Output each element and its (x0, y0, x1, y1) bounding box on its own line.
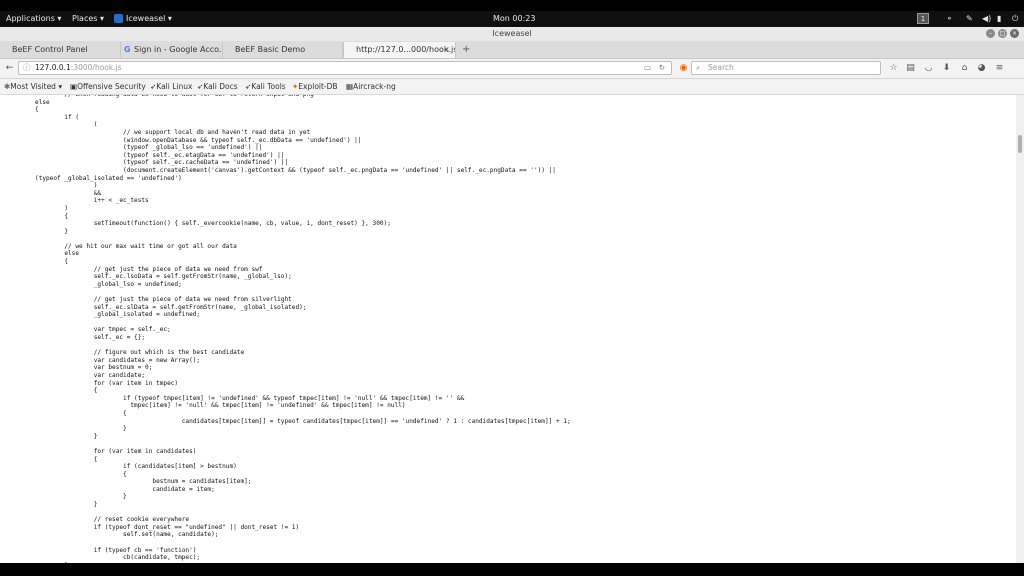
home-icon[interactable]: ⌂ (959, 62, 970, 74)
tab-label: http://127.0...000/hook.js (356, 45, 456, 54)
pocket-icon[interactable]: ◡ (923, 62, 934, 74)
url-host: 127.0.0.1 (35, 63, 71, 72)
library-icon[interactable]: ▤ (905, 62, 916, 74)
bookmark-most-visited[interactable]: ✱Most Visited ▾ (4, 79, 62, 94)
javascript-source: // when reading data we need to wait for… (35, 95, 571, 563)
search-icon: ⌕ (696, 63, 701, 72)
tab-label: BeEF Control Panel (12, 45, 88, 54)
iceweasel-app-icon (114, 14, 123, 23)
places-menu[interactable]: Places ▾ (72, 11, 104, 27)
bookmark-kali-tools[interactable]: ➶Kali Tools (245, 79, 286, 94)
chat-icon[interactable]: ◕ (976, 62, 987, 74)
bookmark-kali-linux[interactable]: ➶Kali Linux (150, 79, 192, 94)
volume-icon[interactable]: ◀) (982, 11, 991, 27)
search-input[interactable]: ⌕ Search (691, 61, 881, 75)
search-placeholder: Search (708, 63, 734, 72)
url-bar[interactable]: ⓘ 127.0.0.1:3000/hook.js ▭ ↻ (18, 61, 672, 75)
active-app-menu[interactable]: Iceweasel ▾ (126, 11, 172, 27)
minimize-icon[interactable]: – (986, 29, 995, 38)
google-g-icon: G (124, 45, 131, 54)
close-tab-icon[interactable]: × (443, 42, 450, 58)
tab-bar: BeEF Control Panel G Sign in - Google Ac… (0, 41, 1024, 59)
applications-menu[interactable]: Applications ▾ (6, 11, 61, 27)
bookmark-kali-docs[interactable]: ➶Kali Docs (197, 79, 238, 94)
window-title-bar: Iceweasel – □ × (0, 27, 1024, 41)
window-title: Iceweasel (492, 29, 532, 38)
system-top-bar: Applications ▾ Places ▾ Iceweasel ▾ Mon … (0, 11, 1024, 27)
downloads-icon[interactable]: ⬇ (941, 62, 952, 74)
reader-view-icon[interactable]: ▭ (644, 62, 651, 74)
page-content[interactable]: // when reading data we need to wait for… (0, 95, 1016, 563)
power-icon[interactable]: ⏻ (1012, 11, 1018, 27)
bookmark-exploit-db[interactable]: ✦Exploit-DB (292, 79, 338, 94)
close-window-icon[interactable]: × (1010, 29, 1019, 38)
workspace-indicator[interactable]: 1 (917, 13, 929, 24)
clock[interactable]: Mon 00:23 (493, 11, 535, 27)
tab-hook-js[interactable]: http://127.0...000/hook.js × (343, 42, 456, 58)
reload-icon[interactable]: ↻ (659, 62, 665, 74)
tab-beef-basic-demo[interactable]: BeEF Basic Demo (223, 42, 343, 58)
bookmark-offensive-security[interactable]: ▣Offensive Security (70, 79, 146, 94)
search-engine-icon[interactable]: ◉ (678, 62, 689, 74)
tab-label: Sign in - Google Acco... (134, 45, 223, 54)
navigation-toolbar: ← ⓘ 127.0.0.1:3000/hook.js ▭ ↻ ◉ ⌕ Searc… (0, 59, 1024, 79)
info-icon[interactable]: ⓘ (23, 62, 31, 74)
battery-icon[interactable]: ▮ (997, 11, 1001, 27)
hamburger-menu-icon[interactable]: ≡ (994, 62, 1005, 74)
accessibility-icon[interactable]: ⚬ (946, 11, 953, 27)
bookmark-star-icon[interactable]: ☆ (888, 62, 899, 74)
scrollbar-thumb[interactable] (1018, 135, 1022, 153)
new-tab-icon[interactable]: + (462, 41, 470, 58)
back-arrow-icon[interactable]: ← (4, 62, 15, 74)
tab-beef-control-panel[interactable]: BeEF Control Panel (0, 42, 121, 58)
bookmark-aircrack-ng[interactable]: ▦Aircrack-ng (346, 79, 396, 94)
tab-google-sign-in[interactable]: G Sign in - Google Acco... (121, 42, 223, 58)
bookmarks-toolbar: ✱Most Visited ▾ ▣Offensive Security ➶Kal… (0, 79, 1024, 95)
wrench-icon[interactable]: ✎ (966, 11, 973, 27)
vertical-scrollbar[interactable] (1016, 95, 1024, 563)
url-path: :3000/hook.js (70, 63, 122, 72)
tab-label: BeEF Basic Demo (235, 45, 306, 54)
maximize-icon[interactable]: □ (998, 29, 1007, 38)
